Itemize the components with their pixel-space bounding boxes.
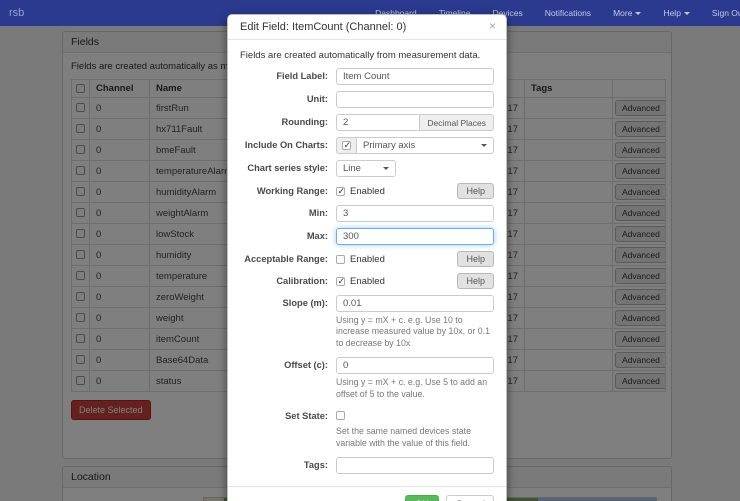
caret-down-icon (383, 167, 389, 170)
max-label: Max: (306, 231, 328, 241)
nav-item-sign-out[interactable]: Sign Out (701, 8, 740, 18)
modal-intro-text: Fields are created automatically from me… (240, 50, 481, 61)
ok-button[interactable]: OK (405, 494, 439, 501)
nav-item-label: More (613, 8, 633, 18)
slope-label: Slope (m): (282, 298, 328, 308)
acceptable-range-enabled-label: Enabled (350, 254, 385, 265)
offset-help-text: Using y = mX + c. e.g. Use 5 to add an o… (336, 377, 488, 399)
include-on-charts-label: Include On Charts: (244, 140, 328, 150)
nav-item-more[interactable]: More (602, 8, 652, 18)
calibration-enabled-label: Enabled (350, 276, 385, 287)
caret-down-icon (635, 11, 642, 15)
offset-input[interactable] (336, 357, 494, 375)
field-label-input[interactable] (336, 68, 494, 85)
working-range-checkbox[interactable] (336, 186, 345, 197)
working-range-help-button[interactable]: Help (457, 183, 494, 199)
tags-input[interactable] (336, 456, 494, 474)
nav-item-label: Notifications (544, 8, 592, 18)
caret-down-icon (481, 144, 487, 147)
chart-series-style-selected-value: Line (343, 163, 361, 174)
chart-series-style-select[interactable]: Line (336, 160, 396, 177)
offset-label: Offset (c): (284, 360, 328, 371)
include-on-charts-checkbox[interactable] (342, 140, 351, 151)
chart-axis-select[interactable]: Primary axis (356, 137, 494, 154)
set-state-checkbox[interactable] (336, 411, 345, 421)
nav-item-help[interactable]: Help (652, 8, 700, 18)
acceptable-range-checkbox[interactable] (336, 255, 345, 264)
slope-input[interactable] (336, 295, 494, 312)
decimal-places-addon: Decimal Places (420, 114, 494, 131)
calibration-checkbox[interactable] (336, 276, 345, 287)
nav-item-notifications[interactable]: Notifications (534, 8, 602, 18)
nav-item-label: Help (663, 8, 681, 18)
max-input[interactable] (336, 228, 494, 245)
cancel-button[interactable]: Cancel (446, 494, 494, 501)
set-state-label: Set State: (285, 411, 328, 422)
brand-logo[interactable]: rsb (9, 7, 24, 19)
acceptable-range-label: Acceptable Range: (244, 254, 328, 264)
calibration-help-button[interactable]: Help (457, 273, 494, 289)
close-icon[interactable]: × (489, 20, 496, 32)
set-state-help-text: Set the same named devices state variabl… (336, 426, 471, 448)
slope-help-text: Using y = mX + c. e.g. Use 10 to increas… (336, 315, 491, 348)
rounding-input[interactable] (336, 114, 421, 131)
caret-down-icon (683, 11, 690, 15)
min-input[interactable] (336, 205, 494, 222)
unit-input[interactable] (336, 91, 494, 108)
tags-label: Tags: (303, 459, 328, 470)
rounding-label: Rounding: (281, 117, 328, 127)
field-label-label: Field Label: (276, 71, 328, 81)
working-range-label: Working Range: (256, 186, 328, 196)
min-label: Min: (308, 208, 328, 218)
modal-title: Edit Field: ItemCount (Channel: 0) (240, 21, 407, 33)
working-range-enabled-label: Enabled (350, 186, 385, 197)
chart-axis-selected-value: Primary axis (363, 140, 416, 151)
unit-label: Unit: (306, 94, 328, 104)
chart-series-style-label: Chart series style: (247, 163, 328, 173)
nav-item-label: Sign Out (711, 8, 740, 18)
edit-field-modal: Edit Field: ItemCount (Channel: 0) × Fie… (227, 14, 507, 501)
acceptable-range-help-button[interactable]: Help (457, 251, 494, 267)
calibration-label: Calibration: (276, 276, 328, 286)
